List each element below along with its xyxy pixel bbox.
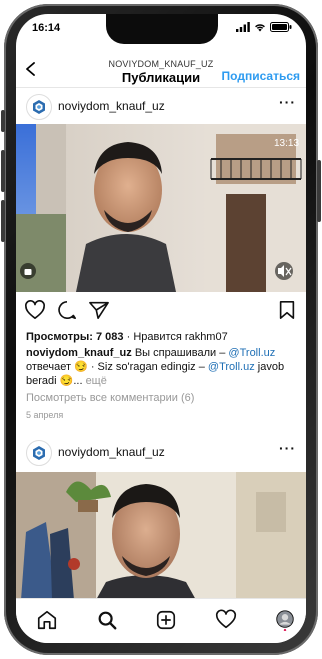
- caption-text: Вы спрашивали –: [134, 347, 226, 359]
- side-button: [317, 160, 321, 222]
- notch: [106, 14, 218, 44]
- post-caption: noviydom_knauf_uz Вы спрашивали – @Troll…: [26, 346, 300, 388]
- video-frame: 13:13: [16, 124, 306, 292]
- post-date: 5 апреля: [26, 410, 64, 420]
- side-button: [1, 200, 5, 242]
- caption-text: отвечает 😏 · Siz so'ragan edingiz –: [26, 361, 205, 373]
- status-icons: [236, 22, 292, 32]
- video-timestamp: 13:13: [274, 138, 299, 149]
- mention-link[interactable]: @Troll.uz: [208, 361, 255, 373]
- comment-icon[interactable]: [56, 300, 78, 320]
- heart-icon[interactable]: [215, 609, 237, 631]
- add-post-icon[interactable]: [155, 609, 177, 631]
- avatar[interactable]: [26, 94, 52, 120]
- more-dots-icon[interactable]: ···: [279, 440, 296, 456]
- side-button: [1, 150, 5, 192]
- post-video[interactable]: [16, 472, 306, 600]
- post-actions: [16, 296, 306, 324]
- status-time: 16:14: [32, 22, 61, 34]
- brand-logo-icon: [33, 446, 45, 460]
- profile-avatar[interactable]: [274, 609, 296, 631]
- post-video[interactable]: 13:13: [16, 124, 306, 292]
- home-icon[interactable]: [36, 609, 58, 631]
- mention-link[interactable]: @Troll.uz: [228, 347, 275, 359]
- likes-text[interactable]: Нравится rakhm07: [133, 331, 227, 343]
- caption-username[interactable]: noviydom_knauf_uz: [26, 347, 132, 359]
- signal-icon: [236, 22, 250, 32]
- follow-button[interactable]: Подписаться: [222, 69, 300, 83]
- battery-icon: [270, 22, 292, 32]
- brand-logo-icon: [33, 100, 45, 114]
- screen: 16:14 NOVIYDOM_KNAUF_UZ Публикации Подпи…: [16, 14, 306, 643]
- avatar[interactable]: [26, 440, 52, 466]
- account-name: NOVIYDOM_KNAUF_UZ: [108, 59, 214, 69]
- video-frame: [16, 472, 306, 600]
- post-header: noviydom_knauf_uz ···: [16, 434, 306, 470]
- nav-header: NOVIYDOM_KNAUF_UZ Публикации Подписаться: [16, 42, 306, 86]
- tab-bar: [16, 598, 306, 643]
- bookmark-icon[interactable]: [278, 300, 296, 320]
- search-icon[interactable]: [96, 609, 118, 631]
- heart-icon[interactable]: [24, 300, 46, 320]
- send-icon[interactable]: [88, 300, 110, 320]
- side-button: [1, 110, 5, 132]
- comments-link[interactable]: Посмотреть все комментарии (6): [26, 391, 300, 405]
- post-header: noviydom_knauf_uz ···: [16, 88, 306, 124]
- views-likes-line: Просмотры: 7 083 · Нравится rakhm07: [26, 330, 300, 344]
- more-dots-icon[interactable]: ···: [279, 94, 296, 110]
- post-username[interactable]: noviydom_knauf_uz: [58, 99, 165, 113]
- more-link[interactable]: ещё: [86, 375, 107, 387]
- wifi-icon: [255, 24, 265, 32]
- views-count[interactable]: Просмотры: 7 083: [26, 331, 124, 343]
- post-username[interactable]: noviydom_knauf_uz: [58, 445, 165, 459]
